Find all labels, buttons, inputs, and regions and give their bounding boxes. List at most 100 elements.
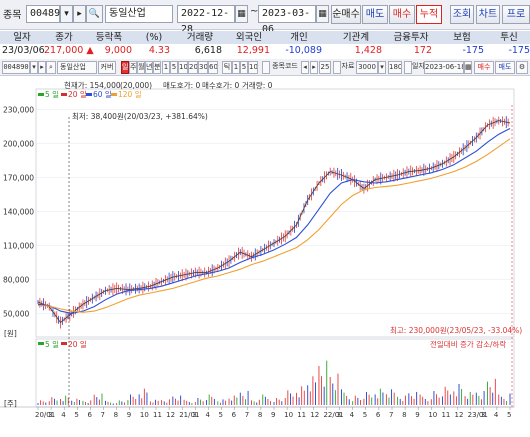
calendar-icon: ▦ (465, 63, 472, 71)
scroll-right-button[interactable]: ▸ (310, 61, 318, 74)
date-from-input[interactable]: 2022-12-28 (177, 5, 235, 35)
code-dropdown-button[interactable]: ▾ (60, 5, 73, 23)
calendar-from-button[interactable]: ▦ (235, 5, 248, 23)
col-header: 투신 (500, 32, 518, 43)
stock-code-input[interactable]: 004890 (26, 5, 66, 23)
gear-icon: ⚙ (518, 63, 526, 71)
x-tick-label: 9 (127, 411, 131, 419)
row-volume: 6,618 (194, 45, 222, 56)
calendar-icon: ▦ (318, 9, 327, 19)
chart-stock-name: 동일산업 (57, 61, 97, 74)
col-header: 일자 (13, 32, 31, 43)
x-tick-label: 4 (350, 411, 355, 419)
calendar-to-button[interactable]: ▦ (316, 5, 329, 23)
top-toolbar: 종목 004890 ▾ ▸ 🔍 동일산업 2022-12-28 ▦ ~ 2023… (0, 0, 530, 35)
legend-label: 5 일 (45, 90, 59, 99)
vol-legend-label: 5 일 (45, 340, 59, 349)
period-day[interactable]: 일 (121, 61, 129, 74)
search-stock-button[interactable]: 🔍 (86, 5, 103, 23)
checkbox-display[interactable] (333, 61, 341, 74)
tab-net-buy[interactable]: 순매수 (331, 5, 361, 24)
minute-5[interactable]: 5 (170, 61, 178, 74)
row-date: 23/03/06 (2, 45, 45, 56)
chart-button[interactable]: 차트 (476, 5, 500, 24)
y-tick-label: 200,000 (3, 139, 34, 148)
query-button[interactable]: 조회 (450, 5, 474, 24)
col-header: 보험 (453, 32, 471, 43)
x-tick-label: 6 (376, 411, 381, 419)
x-tick-label: 4 (205, 411, 210, 419)
tab-cumulative[interactable]: 누적 (416, 5, 442, 24)
x-tick-label: 3 (481, 411, 485, 419)
period-minute[interactable]: 분 (153, 61, 161, 74)
minute-10[interactable]: 10 (178, 61, 188, 74)
price-volume-chart[interactable]: 현재가: 154,000 (20,000) 매도호가: 0 매수호가: 0 거래… (0, 77, 530, 437)
chart-next-button[interactable]: ▸ (38, 61, 46, 74)
x-tick-label: 4 (494, 411, 499, 419)
row-foreign: 12,991 (236, 45, 270, 56)
col-header: 거래량 (186, 32, 214, 43)
minute-20[interactable]: 20 (188, 61, 198, 74)
period-tick[interactable]: 틱 (222, 61, 232, 74)
x-tick-label: 3 (337, 411, 341, 419)
x-tick-label: 5 (507, 411, 511, 419)
chevron-down-icon: ▾ (32, 63, 36, 71)
x-tick-label: 10 (284, 411, 293, 419)
display-count-select[interactable]: 3000 (356, 61, 378, 74)
chart-date-input[interactable]: 2023-06-18 (424, 61, 464, 74)
table-row[interactable]: 23/03/06 217,000 ▲ 9,000 4.33 6,618 12,9… (0, 44, 530, 57)
minute-60[interactable]: 60 (208, 61, 218, 74)
period-year[interactable]: 년 (145, 61, 153, 74)
chart-type-select[interactable]: 커버 (98, 61, 116, 74)
date-to-input[interactable]: 2023-03-06 (258, 5, 316, 35)
col-header: 기관계 (342, 32, 370, 43)
x-tick-label: 11 (297, 411, 306, 419)
checkbox-stock-code[interactable] (262, 61, 270, 74)
chevron-down-icon: ▾ (380, 63, 384, 71)
tick-5[interactable]: 5 (240, 61, 248, 74)
next-stock-button[interactable]: ▸ (73, 5, 86, 23)
search-icon: ⌕ (49, 63, 53, 71)
x-tick-label: 3 (192, 411, 196, 419)
chart-sell-button[interactable]: 매도 (495, 61, 515, 74)
chart-settings-button[interactable]: ⚙ (516, 61, 528, 74)
x-tick-label: 11 (441, 411, 450, 419)
program-button[interactable]: 프로그램 (502, 5, 530, 24)
legend-label: 20 일 (68, 90, 87, 99)
unit-input[interactable]: 180 (388, 61, 402, 74)
scroll-left-button[interactable]: ◂ (301, 61, 309, 74)
legend-swatch-5 (38, 93, 44, 96)
info-current-price: 현재가: 154,000 (64, 81, 121, 90)
date-label: 일자 (412, 62, 424, 70)
row-change: 9,000 (104, 45, 132, 56)
display-count-dropdown[interactable]: ▾ (378, 61, 386, 74)
tab-sell[interactable]: 매도 (362, 5, 388, 24)
chart-code-input[interactable]: 004890 (2, 61, 30, 74)
checkbox-date[interactable] (404, 61, 412, 74)
chevron-down-icon: ▾ (64, 9, 69, 19)
price-unit-label: [원] (4, 329, 17, 338)
tab-buy[interactable]: 매수 (389, 5, 415, 24)
count-input[interactable]: 25 (319, 61, 331, 74)
period-week[interactable]: 주 (129, 61, 137, 74)
tick-10[interactable]: 10 (248, 61, 258, 74)
vol-legend-swatch-20 (61, 342, 67, 345)
minute-1[interactable]: 1 (162, 61, 170, 74)
stock-code-label: 종목코드 (272, 62, 298, 70)
row-fin-invest: 172 (413, 45, 432, 56)
chart-code-dropdown[interactable]: ▾ (30, 61, 38, 74)
y-tick-label: 140,000 (3, 207, 34, 216)
minute-30[interactable]: 30 (198, 61, 208, 74)
calendar-icon: ▦ (237, 9, 246, 19)
x-tick-label: 8 (402, 411, 406, 419)
info-volume: 거래량: 0 (242, 81, 273, 90)
vol-right-label: 전일대비 증가 감소/하락 (430, 339, 506, 349)
chart-search-button[interactable]: ⌕ (46, 61, 56, 74)
chart-buy-button[interactable]: 매수 (474, 61, 494, 74)
chart-calendar-button[interactable]: ▦ (464, 61, 472, 74)
tick-1[interactable]: 1 (232, 61, 240, 74)
period-month[interactable]: 월 (137, 61, 145, 74)
x-tick-label: 7 (245, 411, 249, 419)
investor-table: 일자 종가 등락폭 (%) 거래량 외국인 개인 기관계 금융투자 보험 투신 … (0, 31, 530, 57)
row-individual: -10,089 (285, 45, 322, 56)
